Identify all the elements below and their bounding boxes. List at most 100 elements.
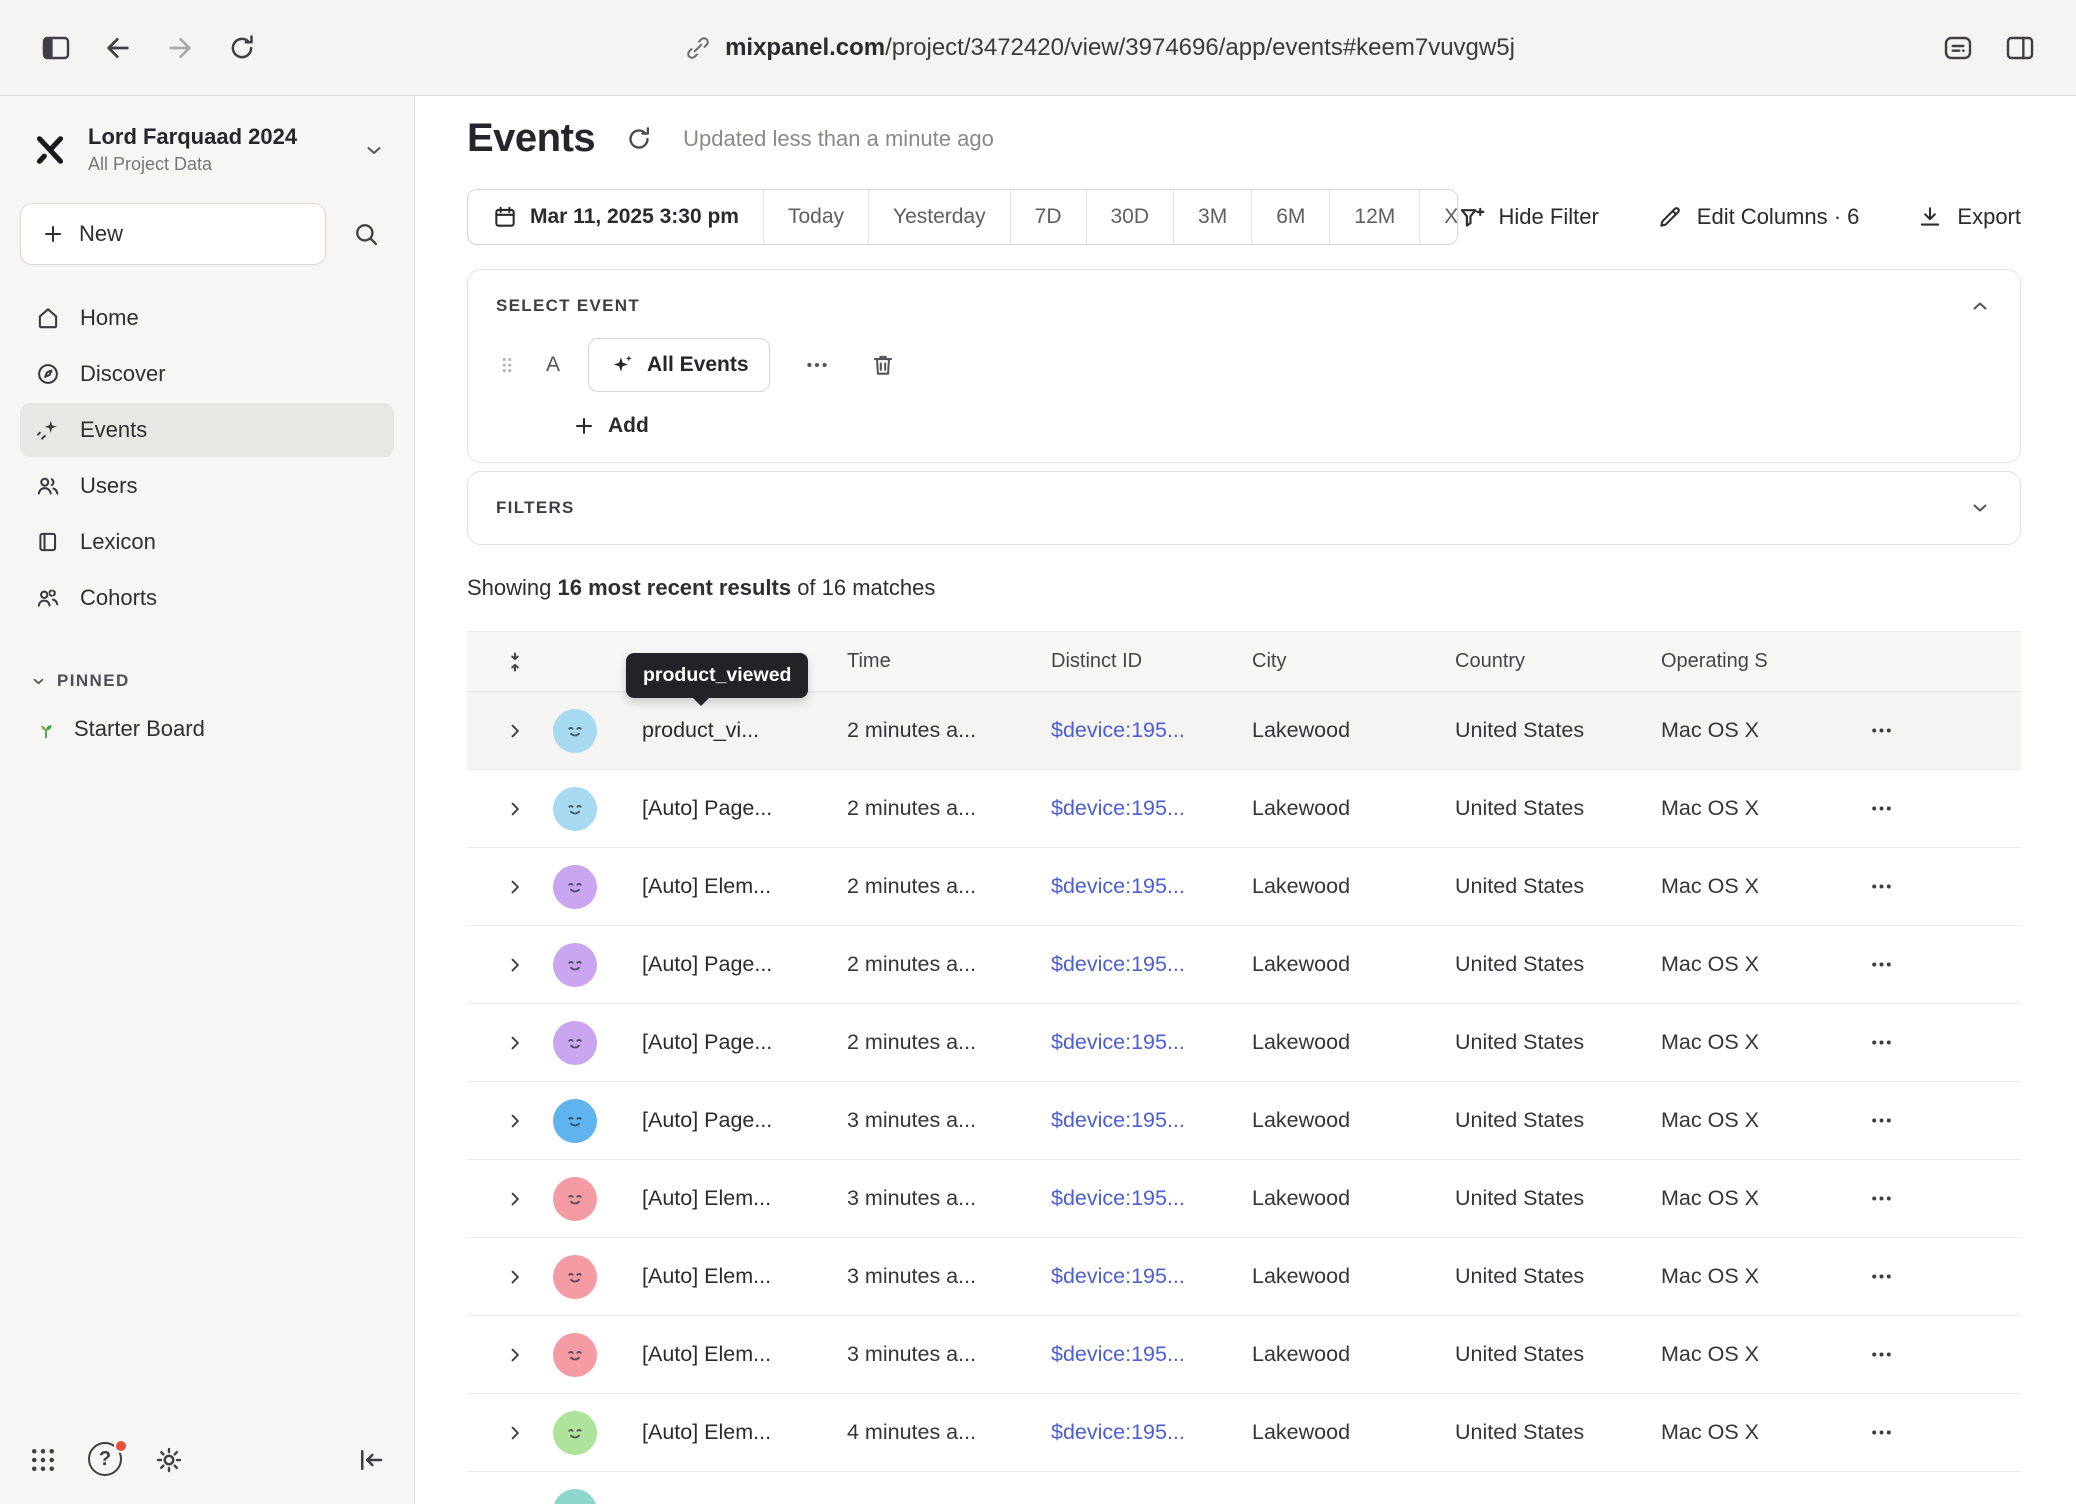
table-row[interactable]: [Auto] Page... 2 minutes a... $device:19… — [467, 1004, 2021, 1082]
pinned-section-header[interactable]: PINNED — [20, 671, 394, 691]
row-actions-button[interactable] — [1821, 718, 2021, 743]
os-cell: Mac OS X — [1661, 1108, 1821, 1133]
row-actions-button[interactable] — [1821, 874, 2021, 899]
sidebar-item-discover[interactable]: Discover — [20, 347, 394, 401]
row-actions-button[interactable] — [1821, 796, 2021, 821]
distinct-id-link[interactable]: $device:195... — [1051, 1108, 1252, 1133]
header-city: City — [1252, 650, 1455, 673]
hide-filter-label: Hide Filter — [1499, 204, 1599, 230]
settings-button[interactable] — [154, 1445, 184, 1475]
table-row[interactable]: [Auto] Elem... 3 minutes a... $device:19… — [467, 1238, 2021, 1316]
row-actions-button[interactable] — [1821, 1108, 2021, 1133]
apps-grid-button[interactable] — [28, 1445, 58, 1475]
table-row[interactable] — [467, 1472, 2021, 1504]
expand-row-button[interactable] — [467, 1423, 542, 1443]
table-row[interactable]: [Auto] Elem... 3 minutes a... $device:19… — [467, 1160, 2021, 1238]
row-actions-button[interactable] — [1821, 1186, 2021, 1211]
sidebar-item-users[interactable]: Users — [20, 459, 394, 513]
time-cell: 2 minutes a... — [847, 952, 1051, 977]
expand-row-button[interactable] — [467, 1345, 542, 1365]
table-row[interactable]: [Auto] Elem... 4 minutes a... $device:19… — [467, 1394, 2021, 1472]
range-3m-button[interactable]: 3M — [1173, 190, 1251, 244]
range-xtd-label: XTD — [1444, 205, 1457, 229]
delete-event-button[interactable] — [864, 346, 902, 384]
ellipsis-icon — [1869, 1108, 1894, 1133]
date-picker-button[interactable]: Mar 11, 2025 3:30 pm — [468, 190, 763, 244]
range-12m-button[interactable]: 12M — [1329, 190, 1419, 244]
ellipsis-icon — [1869, 874, 1894, 899]
distinct-id-link[interactable]: $device:195... — [1051, 874, 1252, 899]
drag-handle-icon[interactable] — [496, 354, 518, 376]
os-cell: Mac OS X — [1661, 1030, 1821, 1055]
page-header: Events Updated less than a minute ago — [467, 116, 2021, 161]
expand-row-button[interactable] — [467, 1501, 542, 1504]
sidebar-item-cohorts[interactable]: Cohorts — [20, 571, 394, 625]
table-row[interactable]: [Auto] Page... 3 minutes a... $device:19… — [467, 1082, 2021, 1160]
expand-row-button[interactable] — [467, 799, 542, 819]
edit-columns-button[interactable]: Edit Columns · 6 — [1657, 204, 1860, 230]
row-actions-button[interactable] — [1821, 1264, 2021, 1289]
range-today-button[interactable]: Today — [763, 190, 868, 244]
row-actions-button[interactable] — [1821, 1498, 2021, 1504]
distinct-id-link[interactable]: $device:195... — [1051, 1030, 1252, 1055]
project-switcher[interactable]: Lord Farquaad 2024 All Project Data — [20, 118, 394, 181]
sidebar-search-button[interactable] — [338, 206, 394, 262]
table-row[interactable]: [Auto] Elem... 3 minutes a... $device:19… — [467, 1316, 2021, 1394]
range-xtd-button[interactable]: XTD — [1419, 190, 1457, 244]
event-name-cell: [Auto] Elem... — [607, 874, 847, 899]
add-event-label: Add — [608, 414, 649, 438]
export-button[interactable]: Export — [1917, 204, 2021, 230]
results-prefix: Showing — [467, 575, 551, 600]
distinct-id-link[interactable]: $device:195... — [1051, 718, 1252, 743]
collapse-panel-button[interactable] — [1968, 294, 1992, 318]
expand-row-button[interactable] — [467, 1033, 542, 1053]
sidebar-item-starter-board[interactable]: Starter Board — [20, 703, 394, 755]
table-row[interactable]: [Auto] Elem... 2 minutes a... $device:19… — [467, 848, 2021, 926]
distinct-id-link[interactable]: $device:195... — [1051, 1186, 1252, 1211]
expand-filters-button[interactable] — [1968, 496, 1992, 520]
expand-row-button[interactable] — [467, 955, 542, 975]
distinct-id-link[interactable]: $device:195... — [1051, 1342, 1252, 1367]
hide-filter-button[interactable]: Hide Filter — [1458, 204, 1599, 231]
reload-button[interactable] — [216, 22, 268, 74]
expand-row-button[interactable] — [467, 1189, 542, 1209]
event-options-button[interactable] — [798, 346, 836, 384]
range-30d-button[interactable]: 30D — [1086, 190, 1174, 244]
table-row[interactable]: [Auto] Page... 2 minutes a... $device:19… — [467, 770, 2021, 848]
sidebar-item-events[interactable]: Events — [20, 403, 394, 457]
expand-row-button[interactable] — [467, 877, 542, 897]
avatar — [553, 1489, 597, 1504]
sidebar-toggle-button[interactable] — [30, 22, 82, 74]
distinct-id-link[interactable]: $device:195... — [1051, 1264, 1252, 1289]
event-selector-pill[interactable]: All Events — [588, 338, 770, 392]
page-settings-button[interactable] — [1932, 22, 1984, 74]
range-6m-button[interactable]: 6M — [1251, 190, 1329, 244]
split-view-button[interactable] — [1994, 22, 2046, 74]
row-actions-button[interactable] — [1821, 952, 2021, 977]
range-7d-button[interactable]: 7D — [1010, 190, 1086, 244]
expand-row-button[interactable] — [467, 1111, 542, 1131]
collapse-sidebar-button[interactable] — [356, 1445, 386, 1475]
sidebar-item-lexicon[interactable]: Lexicon — [20, 515, 394, 569]
os-cell: Mac OS X — [1661, 874, 1821, 899]
back-button[interactable] — [92, 22, 144, 74]
table-row[interactable]: [Auto] Page... 2 minutes a... $device:19… — [467, 926, 2021, 1004]
sidebar-item-home[interactable]: Home — [20, 291, 394, 345]
forward-button[interactable] — [154, 22, 206, 74]
new-button[interactable]: New — [20, 203, 326, 265]
distinct-id-link[interactable]: $device:195... — [1051, 796, 1252, 821]
row-actions-button[interactable] — [1821, 1420, 2021, 1445]
add-event-button[interactable]: Add — [572, 414, 649, 438]
refresh-button[interactable] — [625, 125, 653, 153]
distinct-id-link[interactable]: $device:195... — [1051, 1420, 1252, 1445]
distinct-id-link[interactable]: $device:195... — [1051, 952, 1252, 977]
row-actions-button[interactable] — [1821, 1030, 2021, 1055]
events-table: product_viewed Time Distinct ID — [467, 631, 2021, 1504]
address-bar[interactable]: mixpanel.com/project/3472420/view/397469… — [278, 34, 1922, 62]
help-button[interactable]: ? — [88, 1442, 124, 1478]
range-yesterday-button[interactable]: Yesterday — [868, 190, 1010, 244]
row-actions-button[interactable] — [1821, 1342, 2021, 1367]
expand-row-button[interactable] — [467, 1267, 542, 1287]
expand-row-button[interactable] — [467, 721, 542, 741]
collapse-rows-button[interactable] — [467, 650, 542, 674]
